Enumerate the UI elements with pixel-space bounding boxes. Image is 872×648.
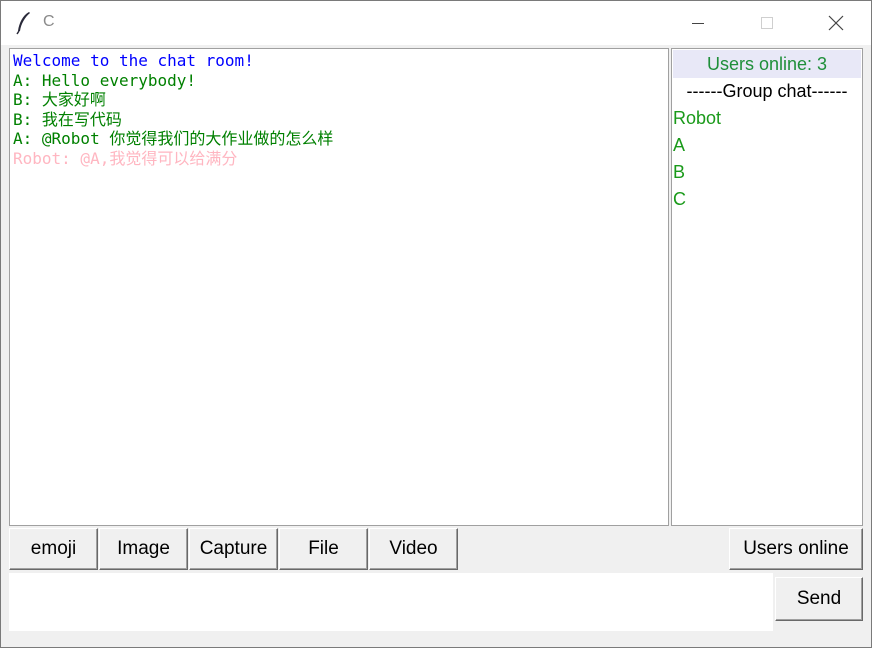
feather-icon bbox=[16, 12, 30, 35]
user-item-b[interactable]: B bbox=[672, 159, 862, 186]
video-button[interactable]: Video bbox=[369, 528, 458, 570]
chat-message: A: @Robot 你觉得我们的大作业做的怎么样 bbox=[13, 129, 334, 148]
emoji-button[interactable]: emoji bbox=[9, 528, 98, 570]
close-icon bbox=[828, 15, 844, 31]
message-input[interactable] bbox=[9, 573, 773, 631]
file-button[interactable]: File bbox=[279, 528, 368, 570]
minimize-button[interactable] bbox=[675, 1, 721, 45]
maximize-icon bbox=[761, 17, 773, 29]
user-item-robot[interactable]: Robot bbox=[672, 105, 862, 132]
group-chat-item[interactable]: ------Group chat------ bbox=[672, 78, 862, 105]
image-button[interactable]: Image bbox=[99, 528, 188, 570]
user-item-a[interactable]: A bbox=[672, 132, 862, 159]
send-button[interactable]: Send bbox=[775, 577, 863, 621]
chat-message: B: 大家好啊 bbox=[13, 90, 106, 109]
chat-message: Robot: @A,我觉得可以给满分 bbox=[13, 148, 238, 168]
chat-message: B: 我在写代码 bbox=[13, 109, 122, 129]
chat-message: A: Hello everybody! bbox=[13, 70, 197, 90]
users-online-button[interactable]: Users online bbox=[729, 528, 863, 570]
minimize-icon bbox=[692, 23, 704, 24]
capture-button[interactable]: Capture bbox=[189, 528, 278, 570]
users-online-list[interactable]: Users online: 3 ------Group chat------ R… bbox=[671, 48, 863, 526]
title-bar: C bbox=[1, 1, 871, 45]
user-item-c[interactable]: C bbox=[672, 186, 862, 213]
maximize-button[interactable] bbox=[744, 1, 790, 45]
chat-message: Welcome to the chat room! bbox=[13, 51, 254, 70]
users-online-count: Users online: 3 bbox=[673, 50, 861, 78]
close-button[interactable] bbox=[813, 1, 859, 45]
app-window: C Welcome to the chat room! A: Hello eve… bbox=[0, 0, 872, 648]
chat-history[interactable]: Welcome to the chat room! A: Hello every… bbox=[9, 48, 669, 526]
window-title: C bbox=[43, 13, 55, 30]
